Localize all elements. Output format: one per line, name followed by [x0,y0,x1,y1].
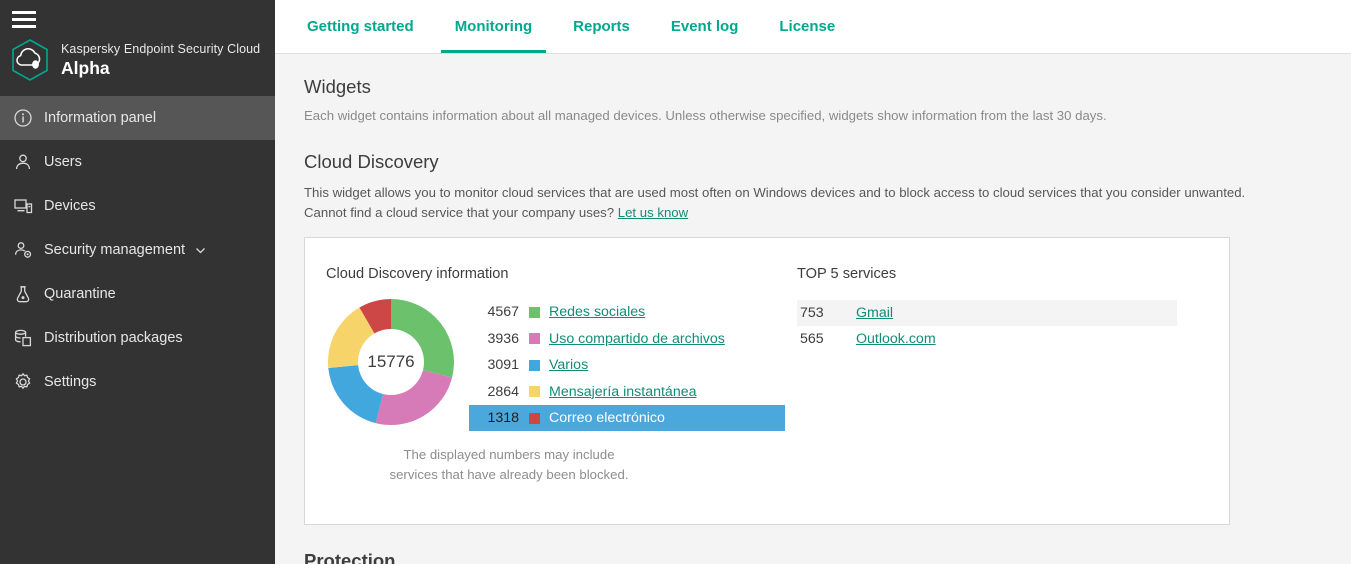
chart-panel: Cloud Discovery information 15776 4567 Re… [305,266,785,524]
tab-label: License [779,18,836,35]
tab-monitoring[interactable]: Monitoring [440,0,547,53]
info-circle-icon [12,107,34,129]
user-icon [12,151,34,173]
chevron-down-icon[interactable] [194,244,207,257]
chart-and-legend: 15776 4567 Redes sociales 3936 Uso comparti… [326,298,785,432]
top5-count: 753 [800,304,824,321]
tab-label: Monitoring [454,18,533,35]
legend-category-link[interactable]: Correo electrónico [549,410,665,426]
page-title: Widgets [304,76,371,97]
donut-hole [358,328,424,395]
legend-row[interactable]: 2864 Mensajería instantánea [469,378,785,405]
legend-row[interactable]: 1318 Correo electrónico [469,404,785,432]
top5-panel: TOP 5 services 753 Gmail 565 Outlook.com [785,266,1229,524]
chart-panel-title: Cloud Discovery information [326,265,509,282]
legend-count: 3091 [487,357,519,374]
tab-label: Getting started [307,18,414,35]
sidebar-item-security-management[interactable]: Security management [0,228,275,272]
top5-panel-title: TOP 5 services [797,265,897,282]
app-root: Kaspersky Endpoint Security Cloud Alpha … [0,0,1351,564]
section-title-protection: Protection [304,549,396,564]
packages-icon [12,327,34,349]
tab-event-log[interactable]: Event log [657,0,753,53]
legend-category-link[interactable]: Uso compartido de archivos [549,331,725,347]
top5-services-table: 753 Gmail 565 Outlook.com [797,299,1177,352]
sidebar-nav: Information panel Users Devices Security… [0,96,275,404]
section-description-prefix: Cannot find a cloud service that your co… [304,205,615,221]
hamburger-bar [12,18,36,21]
brand-product-name: Kaspersky Endpoint Security Cloud [61,41,261,56]
sidebar-item-users[interactable]: Users [0,140,275,184]
tab-label: Event log [670,18,739,35]
brand-text: Kaspersky Endpoint Security Cloud Alpha [61,42,260,78]
legend-count: 2864 [487,383,519,400]
let-us-know-link[interactable]: Let us know [618,205,688,220]
hamburger-bar [12,25,36,28]
legend-row[interactable]: 4567 Redes sociales [469,299,785,326]
sidebar-item-label: Quarantine [44,286,116,302]
legend-category-link[interactable]: Varios [549,357,588,373]
sidebar-item-label: Information panel [44,110,157,126]
legend-color-swatch-icon [529,306,540,318]
legend-category-link[interactable]: Redes sociales [549,304,645,320]
sidebar-item-label: Users [44,154,82,170]
sidebar-item-label: Security management [44,242,186,258]
legend-color-swatch-icon [529,412,540,424]
tab-bar: Getting started Monitoring Reports Event… [275,0,1351,54]
kaspersky-cloud-hexagon-logo [9,37,51,83]
sidebar-item-quarantine[interactable]: Quarantine [0,272,275,316]
chart-legend: 4567 Redes sociales 3936 Uso compartido de … [469,299,785,432]
brand-edition: Alpha [61,57,110,78]
sidebar-item-label: Distribution packages [44,330,183,346]
legend-note: The displayed numbers may include servic… [389,447,629,482]
gear-icon [12,371,34,393]
main-content: Getting started Monitoring Reports Event… [275,0,1351,564]
legend-color-swatch-icon [529,359,540,371]
flask-icon [12,283,34,305]
cloud-discovery-widget-card: Cloud Discovery information 15776 4567 Re… [304,236,1230,525]
tab-getting-started[interactable]: Getting started [293,0,428,53]
hamburger-bar [12,11,36,14]
table-row[interactable]: 565 Outlook.com [797,326,1177,352]
top5-service-link[interactable]: Outlook.com [856,331,936,347]
legend-count: 4567 [487,304,519,321]
top5-count: 565 [800,330,824,347]
section-description-line2: Cannot find a cloud service that your co… [304,203,1351,223]
legend-color-swatch-icon [529,333,540,345]
sidebar-item-devices[interactable]: Devices [0,184,275,228]
brand-logo-block[interactable]: Kaspersky Endpoint Security Cloud Alpha [0,28,275,95]
tab-label: Reports [573,18,630,35]
legend-category-link[interactable]: Mensajería instantánea [549,384,697,400]
devices-icon [12,195,34,217]
section-description-line1: This widget allows you to monitor cloud … [304,185,1246,200]
widgets-subtitle: Each widget contains information about a… [304,108,1107,123]
tab-license[interactable]: License [765,0,849,53]
top5-service-link[interactable]: Gmail [856,305,893,321]
legend-count: 3936 [487,330,519,347]
legend-count: 1318 [487,410,519,427]
sidebar-item-settings[interactable]: Settings [0,360,275,404]
sidebar-item-information-panel[interactable]: Information panel [0,96,275,140]
sidebar: Kaspersky Endpoint Security Cloud Alpha … [0,0,275,564]
tab-reports[interactable]: Reports [559,0,644,53]
legend-row[interactable]: 3091 Varios [469,352,785,379]
security-gear-icon [12,239,34,261]
hamburger-icon[interactable] [12,11,36,28]
sidebar-item-label: Devices [44,198,96,214]
cloud-discovery-donut-chart[interactable]: 15776 [328,298,454,425]
table-row[interactable]: 753 Gmail [797,299,1177,326]
section-title-cloud-discovery: Cloud Discovery [304,151,439,172]
legend-color-swatch-icon [529,386,540,398]
page-content: Widgets Each widget contains information… [275,54,1351,564]
sidebar-item-distribution-packages[interactable]: Distribution packages [0,316,275,360]
legend-row[interactable]: 3936 Uso compartido de archivos [469,325,785,352]
donut-svg [328,298,454,425]
sidebar-item-label: Settings [44,374,97,390]
